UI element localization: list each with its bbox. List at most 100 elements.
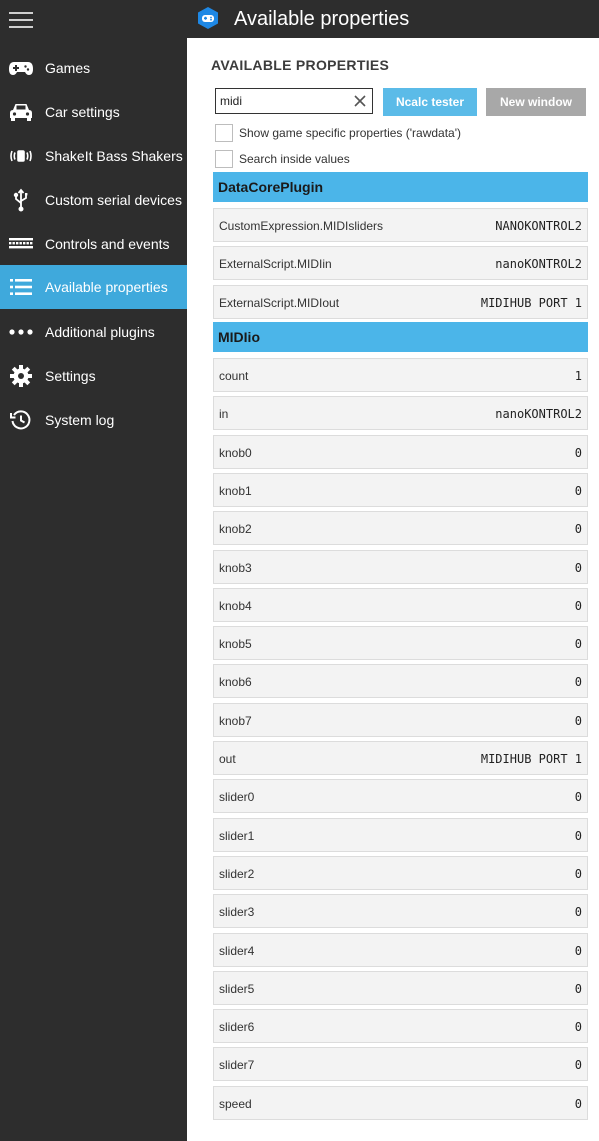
property-name: count	[219, 369, 249, 383]
app-logo-icon	[196, 6, 220, 30]
property-row[interactable]: knob7 0	[213, 703, 588, 737]
property-value: 0	[574, 637, 582, 651]
search-field[interactable]	[215, 88, 373, 114]
property-row[interactable]: slider4 0	[213, 933, 588, 967]
window-title: Available properties	[234, 8, 410, 30]
property-row[interactable]: knob6 0	[213, 664, 588, 698]
sidebar-item-games[interactable]: Games	[0, 46, 187, 90]
property-value: nanoKONTROL2	[495, 257, 582, 271]
property-row[interactable]: ExternalScript.MIDIin nanoKONTROL2	[213, 246, 588, 280]
property-value: 0	[574, 1058, 582, 1072]
property-row[interactable]: slider0 0	[213, 779, 588, 813]
property-row[interactable]: knob1 0	[213, 473, 588, 507]
property-value: 0	[574, 446, 582, 460]
property-value: 0	[574, 944, 582, 958]
property-name: CustomExpression.MIDIsliders	[219, 219, 384, 233]
property-name: knob6	[219, 675, 252, 689]
property-value: 0	[574, 1020, 582, 1034]
property-row[interactable]: slider1 0	[213, 818, 588, 852]
property-value: 0	[574, 867, 582, 881]
property-row[interactable]: knob3 0	[213, 550, 588, 584]
property-name: knob0	[219, 446, 252, 460]
more-icon	[8, 320, 34, 344]
sidebar-item-label: Available properties	[45, 279, 168, 295]
property-value: 1	[574, 369, 582, 383]
property-name: slider2	[219, 867, 255, 881]
main-content: AVAILABLE PROPERTIES Ncalc tester New wi…	[187, 38, 599, 1141]
property-row[interactable]: count 1	[213, 358, 588, 392]
property-name: knob2	[219, 522, 252, 536]
property-value: 0	[574, 905, 582, 919]
sidebar-item-additional-plugins[interactable]: Additional plugins	[0, 310, 187, 354]
sidebar-item-label: ShakeIt Bass Shakers	[45, 148, 183, 164]
property-value: 0	[574, 982, 582, 996]
show-rawdata-label: Show game specific properties ('rawdata'…	[239, 126, 462, 140]
property-row[interactable]: knob5 0	[213, 626, 588, 660]
property-name: knob5	[219, 637, 252, 651]
history-icon	[8, 408, 34, 432]
property-row[interactable]: slider7 0	[213, 1047, 588, 1081]
list-icon	[8, 275, 34, 299]
search-inside-values-checkbox[interactable]	[215, 150, 233, 168]
property-row[interactable]: slider2 0	[213, 856, 588, 890]
property-value: 0	[574, 561, 582, 575]
new-window-button[interactable]: New window	[486, 88, 586, 116]
property-name: slider1	[219, 829, 255, 843]
sidebar-item-label: Settings	[45, 368, 96, 384]
search-inside-values-label: Search inside values	[239, 152, 350, 166]
group-header-label: MIDIio	[218, 329, 260, 345]
search-input[interactable]	[220, 92, 350, 110]
property-name: slider3	[219, 905, 255, 919]
sidebar-item-available-properties[interactable]: Available properties	[0, 265, 187, 309]
property-row[interactable]: CustomExpression.MIDIsliders NANOKONTROL2	[213, 208, 588, 242]
sidebar-item-car-settings[interactable]: Car settings	[0, 90, 187, 134]
sidebar-item-label: Car settings	[45, 104, 120, 120]
property-name: slider6	[219, 1020, 255, 1034]
property-row[interactable]: slider3 0	[213, 894, 588, 928]
property-value: MIDIHUB PORT 1	[480, 296, 582, 310]
gamepad-icon	[8, 56, 34, 80]
property-row[interactable]: slider6 0	[213, 1009, 588, 1043]
property-row[interactable]: in nanoKONTROL2	[213, 396, 588, 430]
property-name: speed	[219, 1097, 252, 1111]
property-value: 0	[574, 522, 582, 536]
property-value: NANOKONTROL2	[495, 219, 582, 233]
property-row[interactable]: speed 0	[213, 1086, 588, 1120]
property-value: 0	[574, 714, 582, 728]
property-row[interactable]: out MIDIHUB PORT 1	[213, 741, 588, 775]
property-row[interactable]: knob4 0	[213, 588, 588, 622]
sidebar-item-system-log[interactable]: System log	[0, 398, 187, 442]
property-row[interactable]: knob2 0	[213, 511, 588, 545]
page-title: AVAILABLE PROPERTIES	[211, 57, 390, 73]
sidebar-item-label: System log	[45, 412, 115, 428]
show-rawdata-checkbox[interactable]	[215, 124, 233, 142]
sidebar-item-shakeit[interactable]: ShakeIt Bass Shakers	[0, 134, 187, 178]
sidebar-item-custom-serial[interactable]: Custom serial devices	[0, 178, 187, 222]
property-value: 0	[574, 599, 582, 613]
property-name: out	[219, 752, 236, 766]
property-value: 0	[574, 484, 582, 498]
property-name: knob3	[219, 561, 252, 575]
property-name: ExternalScript.MIDIin	[219, 257, 332, 271]
usb-icon	[8, 188, 34, 212]
sidebar-item-label: Additional plugins	[45, 324, 155, 340]
group-header[interactable]: DataCorePlugin	[213, 172, 588, 202]
sidebar-item-settings[interactable]: Settings	[0, 354, 187, 398]
property-row[interactable]: knob0 0	[213, 435, 588, 469]
property-name: slider0	[219, 790, 255, 804]
gear-icon	[8, 364, 34, 388]
property-name: knob4	[219, 599, 252, 613]
close-icon[interactable]	[353, 94, 367, 108]
property-value: 0	[574, 675, 582, 689]
group-header-label: DataCorePlugin	[218, 179, 324, 195]
property-row[interactable]: slider5 0	[213, 971, 588, 1005]
property-name: knob7	[219, 714, 252, 728]
property-row[interactable]: ExternalScript.MIDIout MIDIHUB PORT 1	[213, 285, 588, 319]
hamburger-menu-icon[interactable]	[9, 11, 33, 29]
ncalc-tester-button[interactable]: Ncalc tester	[383, 88, 477, 116]
property-value: MIDIHUB PORT 1	[480, 752, 582, 766]
group-header[interactable]: MIDIio	[213, 322, 588, 352]
sidebar-item-controls-events[interactable]: Controls and events	[0, 222, 187, 266]
property-name: slider7	[219, 1058, 255, 1072]
property-value: 0	[574, 829, 582, 843]
